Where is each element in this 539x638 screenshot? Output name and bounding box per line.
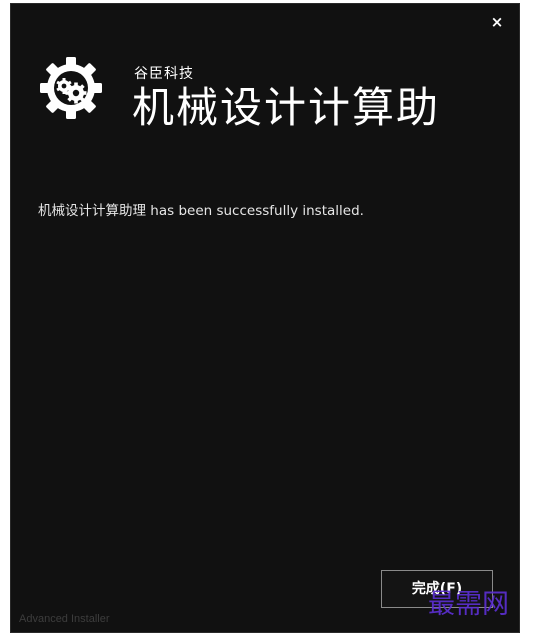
company-name: 谷臣科技	[134, 66, 194, 82]
product-title: 机械设计计算助	[132, 83, 441, 132]
install-success-message: 机械设计计算助理 has been successfully installed…	[38, 203, 364, 219]
installer-window: × 谷臣科技 机械设计计算助 机械设计计算助理 has been success…	[10, 3, 520, 633]
installer-brand: Advanced Installer	[19, 613, 110, 625]
site-watermark: 最需网	[428, 589, 509, 620]
gears-logo-icon	[39, 56, 103, 120]
close-button[interactable]: ×	[487, 12, 507, 32]
